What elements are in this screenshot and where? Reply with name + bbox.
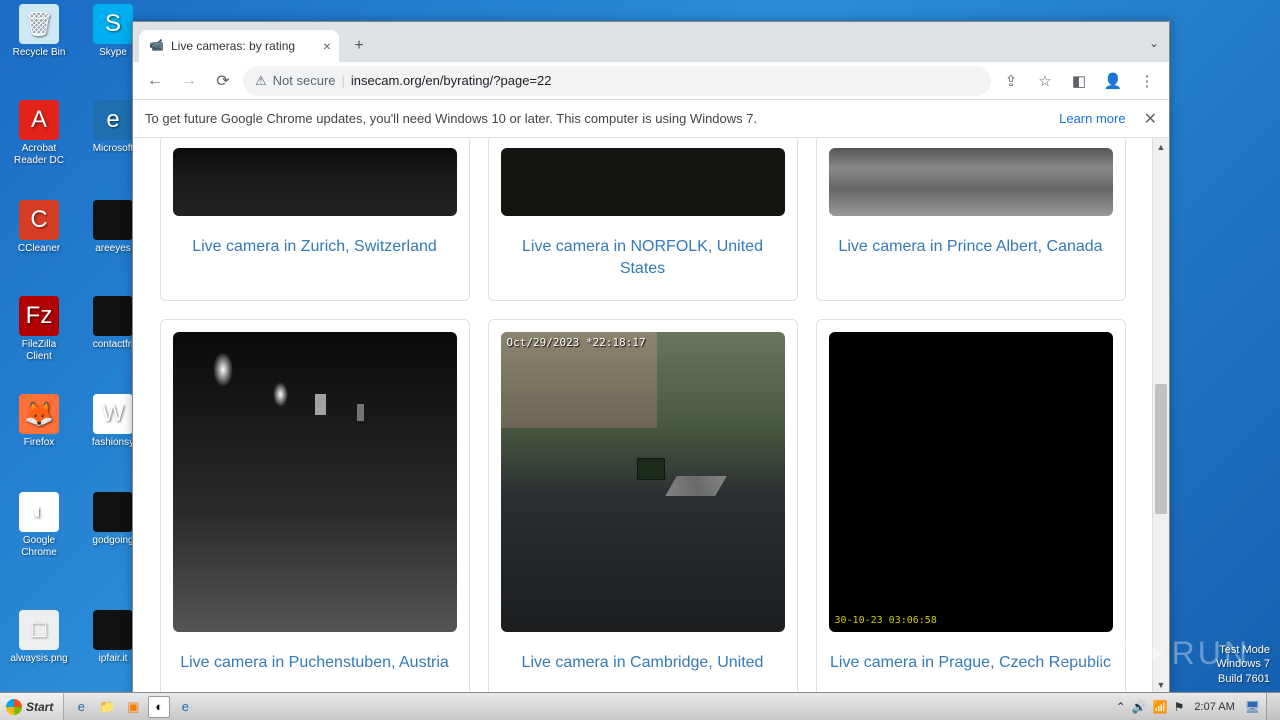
icon-label: alwaysis.png — [8, 653, 70, 665]
profile-icon[interactable]: 👤 — [1099, 67, 1127, 95]
network-icon[interactable]: 📶 — [1153, 700, 1168, 714]
scroll-track[interactable] — [1153, 155, 1169, 676]
edge-taskbar-icon[interactable]: e — [174, 696, 196, 718]
camera-icon: 📹 — [149, 38, 165, 54]
forward-button: → — [175, 67, 203, 95]
scroll-down-button[interactable]: ▼ — [1153, 676, 1169, 693]
explorer-icon[interactable]: 📁 — [96, 696, 118, 718]
show-desktop-button[interactable] — [1266, 693, 1280, 720]
desktop-icon-firefox[interactable]: 🦊 Firefox — [8, 394, 70, 449]
new-tab-button[interactable]: + — [345, 32, 373, 60]
camera-thumbnail[interactable] — [173, 148, 457, 216]
menu-icon[interactable]: ⋮ — [1133, 67, 1161, 95]
address-bar[interactable]: ⚠ Not secure | insecam.org/en/byrating/?… — [243, 66, 991, 96]
ie-icon[interactable]: e — [70, 696, 92, 718]
back-button[interactable]: ← — [141, 67, 169, 95]
clock[interactable]: 2:07 AM — [1190, 701, 1238, 713]
camera-card: Live camera in NORFOLK, United States — [488, 138, 798, 301]
info-bar: To get future Google Chrome updates, you… — [133, 100, 1169, 138]
tab-strip: 📹 Live cameras: by rating × + ⌄ — [133, 22, 1169, 62]
toolbar: ← → ⟳ ⚠ Not secure | insecam.org/en/byra… — [133, 62, 1169, 100]
camera-link[interactable]: Live camera in Prague, Czech Republic — [829, 652, 1113, 674]
icon-glyph: □ — [19, 610, 59, 650]
camera-card: Live camera in Prince Albert, Canada — [816, 138, 1126, 301]
icon-label: CCleaner — [8, 243, 70, 255]
camera-link[interactable]: Live camera in Puchenstuben, Austria — [173, 652, 457, 674]
reload-button[interactable]: ⟳ — [209, 67, 237, 95]
camera-card: Live camera in Zurich, Switzerland — [160, 138, 470, 301]
icon-glyph — [93, 610, 133, 650]
icon-glyph — [93, 296, 133, 336]
desktop-icon-ccleaner[interactable]: C CCleaner — [8, 200, 70, 255]
desktop-icon-filezilla-client[interactable]: Fz FileZilla Client — [8, 296, 70, 363]
side-panel-icon[interactable]: ◧ — [1065, 67, 1093, 95]
desktop-icon-google-chrome[interactable]: ◐ Google Chrome — [8, 492, 70, 559]
icon-glyph: 🦊 — [19, 394, 59, 434]
icon-glyph: C — [19, 200, 59, 240]
expand-tray-icon[interactable]: ⌃ — [1116, 700, 1126, 714]
icon-glyph — [93, 492, 133, 532]
camera-link[interactable]: Live camera in NORFOLK, United States — [501, 236, 785, 281]
taskbar-icons: e 📁 ▣ ◐ e — [70, 696, 196, 718]
scroll-up-button[interactable]: ▲ — [1153, 138, 1169, 155]
close-icon[interactable]: ✕ — [1144, 109, 1157, 129]
chrome-taskbar-icon[interactable]: ◐ — [148, 696, 170, 718]
windows-icon — [6, 699, 22, 715]
tab-title: Live cameras: by rating — [171, 39, 295, 53]
tabs-dropdown-icon[interactable]: ⌄ — [1149, 36, 1159, 50]
icon-glyph — [93, 200, 133, 240]
close-icon[interactable]: × — [323, 38, 331, 54]
camera-thumbnail[interactable] — [501, 148, 785, 216]
icon-glyph: S — [93, 4, 133, 44]
desktop: 🗑Recycle BinSSkypeAAcrobat Reader DCeMic… — [0, 0, 1280, 720]
icon-glyph: Fz — [19, 296, 59, 336]
camera-card: Oct/29/2023 *22:18:17 Live camera in Camb… — [488, 319, 798, 693]
icon-glyph: ◐ — [19, 492, 59, 532]
camera-link[interactable]: Live camera in Prince Albert, Canada — [829, 236, 1113, 258]
test-mode-label: Test Mode Windows 7 Build 7601 — [1216, 643, 1270, 686]
flag-icon[interactable]: ⚑ — [1174, 700, 1185, 714]
start-button[interactable]: Start — [0, 693, 64, 720]
warning-icon: ⚠ — [255, 73, 267, 89]
camera-link[interactable]: Live camera in Cambridge, United — [501, 652, 785, 674]
share-icon[interactable]: ⇪ — [997, 67, 1025, 95]
desktop-icon-recycle-bin[interactable]: 🗑 Recycle Bin — [8, 4, 70, 59]
scrollbar[interactable]: ▲ ▼ — [1152, 138, 1169, 693]
icon-label: Firefox — [8, 437, 70, 449]
media-icon[interactable]: ▣ — [122, 696, 144, 718]
browser-tab[interactable]: 📹 Live cameras: by rating × — [139, 30, 339, 62]
icon-glyph: W — [93, 394, 133, 434]
camera-thumbnail[interactable]: Oct/29/2023 *22:18:17 — [501, 332, 785, 632]
monitor-icon[interactable]: 🖥 — [1245, 700, 1260, 714]
security-text: Not secure — [273, 73, 336, 88]
camera-thumbnail[interactable]: 30-10-23 03:06:58 — [829, 332, 1113, 632]
bookmark-icon[interactable]: ☆ — [1031, 67, 1059, 95]
camera-card: 30-10-23 03:06:58 Live camera in Prague, … — [816, 319, 1126, 693]
learn-more-link[interactable]: Learn more — [1059, 111, 1125, 126]
icon-label: FileZilla Client — [8, 339, 70, 363]
url-text: insecam.org/en/byrating/?page=22 — [351, 73, 552, 88]
icon-glyph: A — [19, 100, 59, 140]
camera-link[interactable]: Live camera in Zurich, Switzerland — [173, 236, 457, 258]
icon-label: Acrobat Reader DC — [8, 143, 70, 167]
icon-label: Recycle Bin — [8, 47, 70, 59]
icon-label: Google Chrome — [8, 535, 70, 559]
page-content: Live camera in Zurich, Switzerland Live c… — [133, 138, 1169, 693]
camera-thumbnail[interactable] — [829, 148, 1113, 216]
desktop-icon-alwaysis-png[interactable]: □ alwaysis.png — [8, 610, 70, 665]
camera-thumbnail[interactable] — [173, 332, 457, 632]
volume-icon[interactable]: 🔊 — [1132, 700, 1147, 714]
chrome-window: — ☐ ✕ 📹 Live cameras: by rating × + ⌄ ← … — [132, 21, 1170, 694]
desktop-icon-acrobat-reader-dc[interactable]: A Acrobat Reader DC — [8, 100, 70, 167]
thumb-timestamp: 30-10-23 03:06:58 — [835, 615, 937, 626]
icon-glyph: e — [93, 100, 133, 140]
icon-glyph: 🗑 — [19, 4, 59, 44]
system-tray: ⌃ 🔊 📶 ⚑ 2:07 AM 🖥 — [1110, 700, 1266, 714]
scroll-thumb[interactable] — [1155, 384, 1167, 514]
taskbar: Start e 📁 ▣ ◐ e ⌃ 🔊 📶 ⚑ 2:07 AM 🖥 — [0, 692, 1280, 720]
infobar-message: To get future Google Chrome updates, you… — [145, 111, 1059, 126]
thumb-timestamp: Oct/29/2023 *22:18:17 — [507, 336, 646, 349]
camera-card: Live camera in Puchenstuben, Austria — [160, 319, 470, 693]
